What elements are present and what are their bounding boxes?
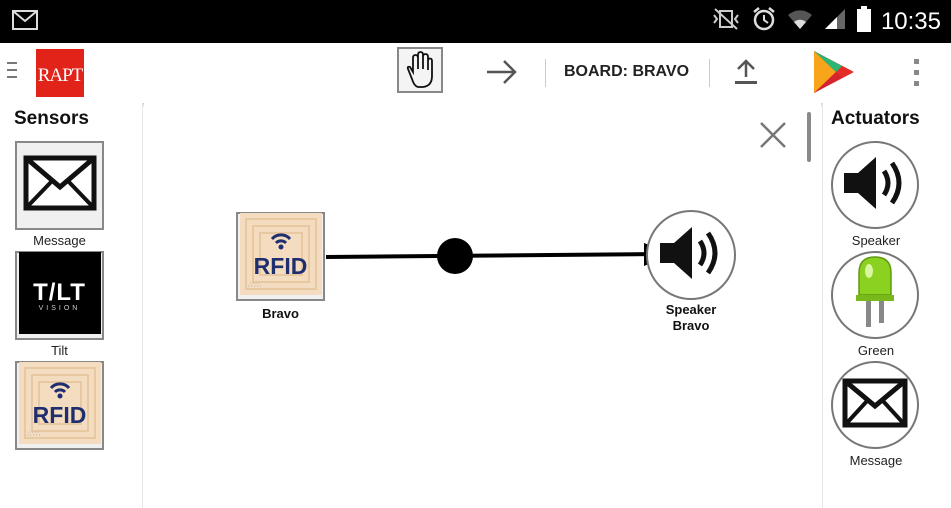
green-led-icon [850,255,900,336]
actuator-message[interactable] [831,361,919,449]
actuator-label: Message [849,453,903,468]
canvas-node-label: Bravo [672,318,710,333]
actuator-speaker[interactable] [831,141,919,229]
canvas-node-label: Bravo [262,306,299,321]
canvas-node-speaker-bravo[interactable] [646,210,736,300]
envelope-icon [842,378,908,433]
speaker-icon [656,223,726,288]
canvas-node-label: Speaker [665,302,717,317]
actuator-label: Green [857,343,895,358]
actuator-label: Speaker [851,233,901,248]
actuator-green-led[interactable] [831,251,919,339]
actuators-title: Actuators [831,108,920,129]
connection-wire [325,243,672,266]
svg-text:∴∵∴: ∴∵∴ [248,281,262,289]
speaker-icon [840,153,910,218]
connection-midpoint-handle[interactable] [437,238,473,274]
rfid-text: RFID [253,253,308,279]
